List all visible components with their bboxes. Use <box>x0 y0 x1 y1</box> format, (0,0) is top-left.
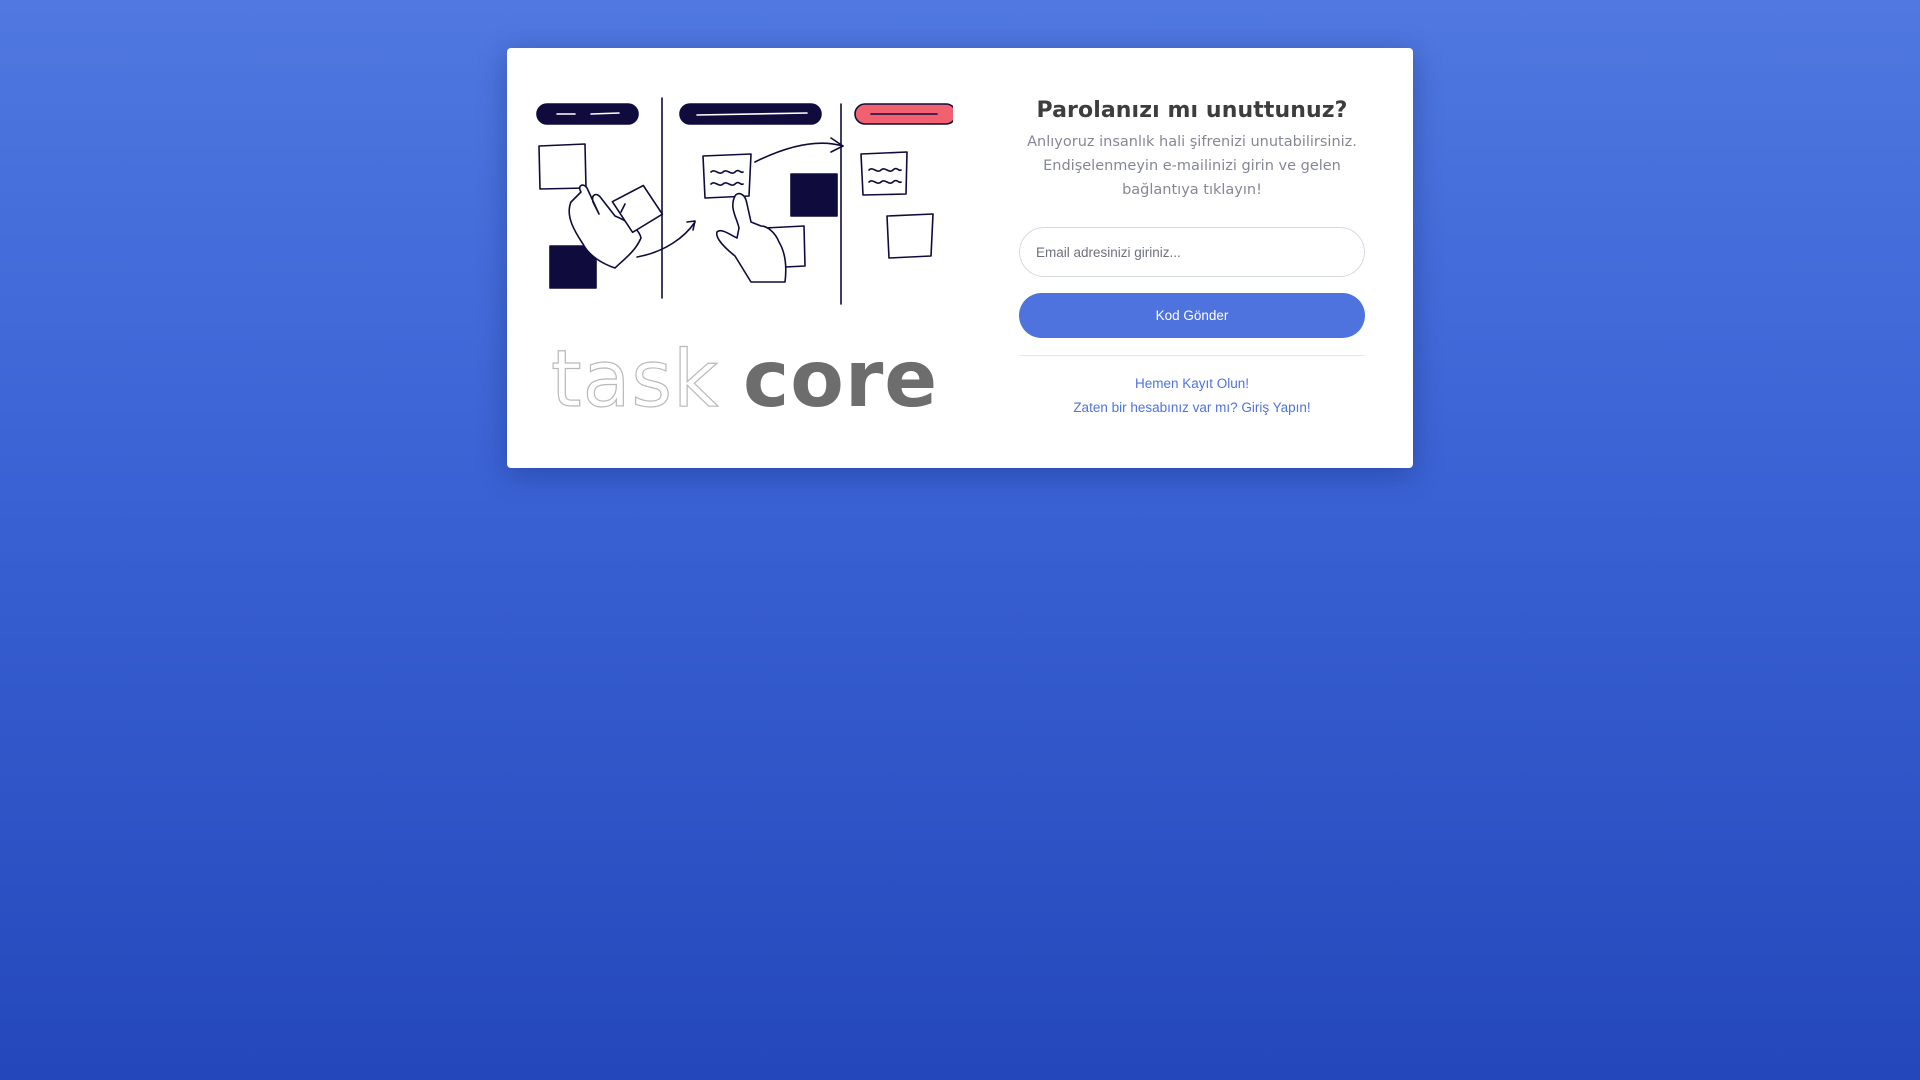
taskcore-logo: task core <box>550 334 937 425</box>
page-title: Parolanızı mı unuttunuz? <box>1036 98 1348 123</box>
svg-text:core: core <box>743 335 937 425</box>
forgot-password-card: task core Parolanızı mı unuttunuz? Anlıy… <box>507 48 1413 468</box>
send-code-button[interactable]: Kod Gönder <box>1019 293 1365 338</box>
register-link[interactable]: Hemen Kayıt Olun! <box>1019 376 1365 392</box>
forgot-password-form: Parolanızı mı unuttunuz? Anlıyoruz insan… <box>1019 94 1365 416</box>
svg-text:task: task <box>551 335 719 425</box>
login-link[interactable]: Zaten bir hesabınız var mı? Giriş Yapın! <box>1019 400 1365 416</box>
page-subtitle: Anlıyoruz insanlık hali şifrenizi unutab… <box>1027 134 1357 198</box>
email-input[interactable] <box>1019 227 1365 277</box>
divider <box>1019 355 1365 356</box>
kanban-illustration <box>536 97 953 305</box>
